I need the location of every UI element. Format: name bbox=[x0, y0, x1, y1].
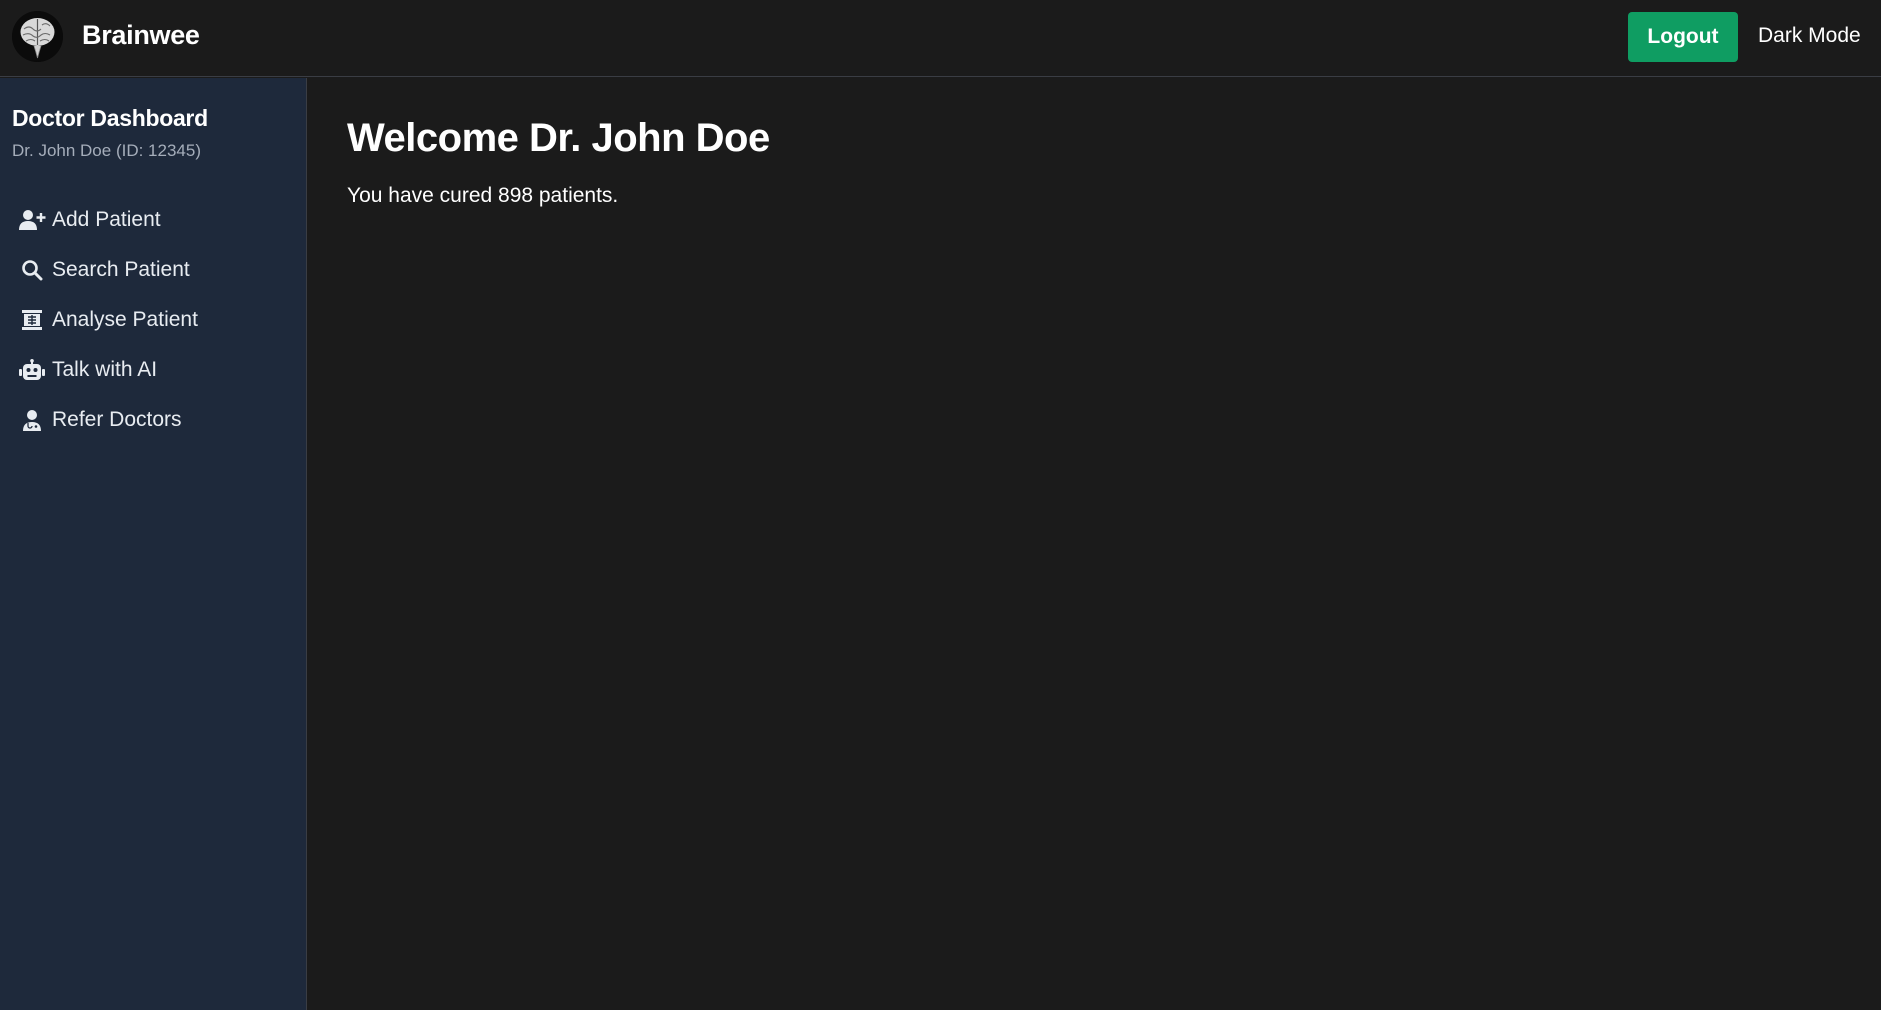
sidebar-title: Doctor Dashboard bbox=[12, 105, 208, 131]
sidebar: Doctor Dashboard Dr. John Doe (ID: 12345… bbox=[0, 78, 307, 1010]
sidebar-item-label: Add Patient bbox=[52, 208, 161, 231]
robot-icon bbox=[18, 356, 46, 384]
top-navbar: Brainwee Logout Dark Mode bbox=[0, 0, 1881, 77]
sidebar-item-label: Analyse Patient bbox=[52, 308, 198, 331]
sidebar-item-analyse-patient[interactable]: Analyse Patient bbox=[18, 303, 288, 337]
sidebar-item-add-patient[interactable]: Add Patient bbox=[18, 203, 288, 237]
sidebar-item-label: Search Patient bbox=[52, 258, 190, 281]
sidebar-item-refer-doctors[interactable]: Refer Doctors bbox=[18, 403, 288, 437]
x-ray-icon bbox=[18, 306, 46, 334]
dark-mode-toggle[interactable]: Dark Mode bbox=[1758, 24, 1861, 48]
cured-patients-summary: You have cured 898 patients. bbox=[347, 184, 619, 207]
page-title: Welcome Dr. John Doe bbox=[347, 116, 770, 160]
sidebar-item-label: Talk with AI bbox=[52, 358, 158, 381]
sidebar-item-talk-with-ai[interactable]: Talk with AI bbox=[18, 353, 288, 387]
app-name[interactable]: Brainwee bbox=[82, 20, 200, 51]
user-plus-icon bbox=[18, 206, 46, 234]
brain-logo-icon[interactable] bbox=[12, 11, 63, 62]
sidebar-item-label: Refer Doctors bbox=[52, 408, 182, 431]
logout-button[interactable]: Logout bbox=[1628, 12, 1738, 62]
user-doctor-icon bbox=[18, 406, 46, 434]
search-icon bbox=[18, 256, 46, 284]
doctor-id-label: Dr. John Doe (ID: 12345) bbox=[12, 141, 201, 160]
sidebar-item-search-patient[interactable]: Search Patient bbox=[18, 253, 288, 287]
